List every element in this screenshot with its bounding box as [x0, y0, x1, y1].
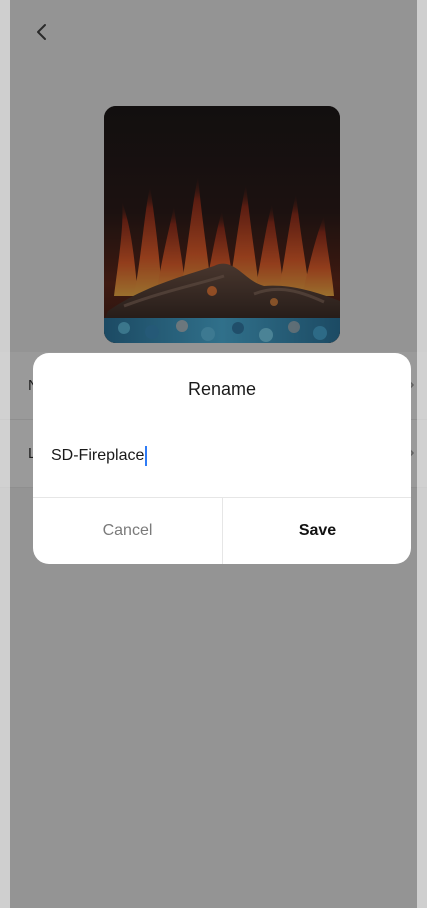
rename-input[interactable]: SD-Fireplace: [51, 441, 393, 471]
cancel-button[interactable]: Cancel: [33, 498, 222, 564]
save-button[interactable]: Save: [223, 498, 411, 564]
screen-edge-right: [417, 0, 427, 908]
text-caret: [145, 446, 148, 466]
rename-input-value: SD-Fireplace: [51, 447, 145, 464]
screen-edge-left: [0, 0, 10, 908]
rename-dialog: Rename SD-Fireplace Cancel Save: [33, 353, 411, 564]
dialog-title: Rename: [187, 379, 257, 399]
device-settings-screen: N L Rename SD-Fireplace Cancel Save: [0, 0, 427, 908]
